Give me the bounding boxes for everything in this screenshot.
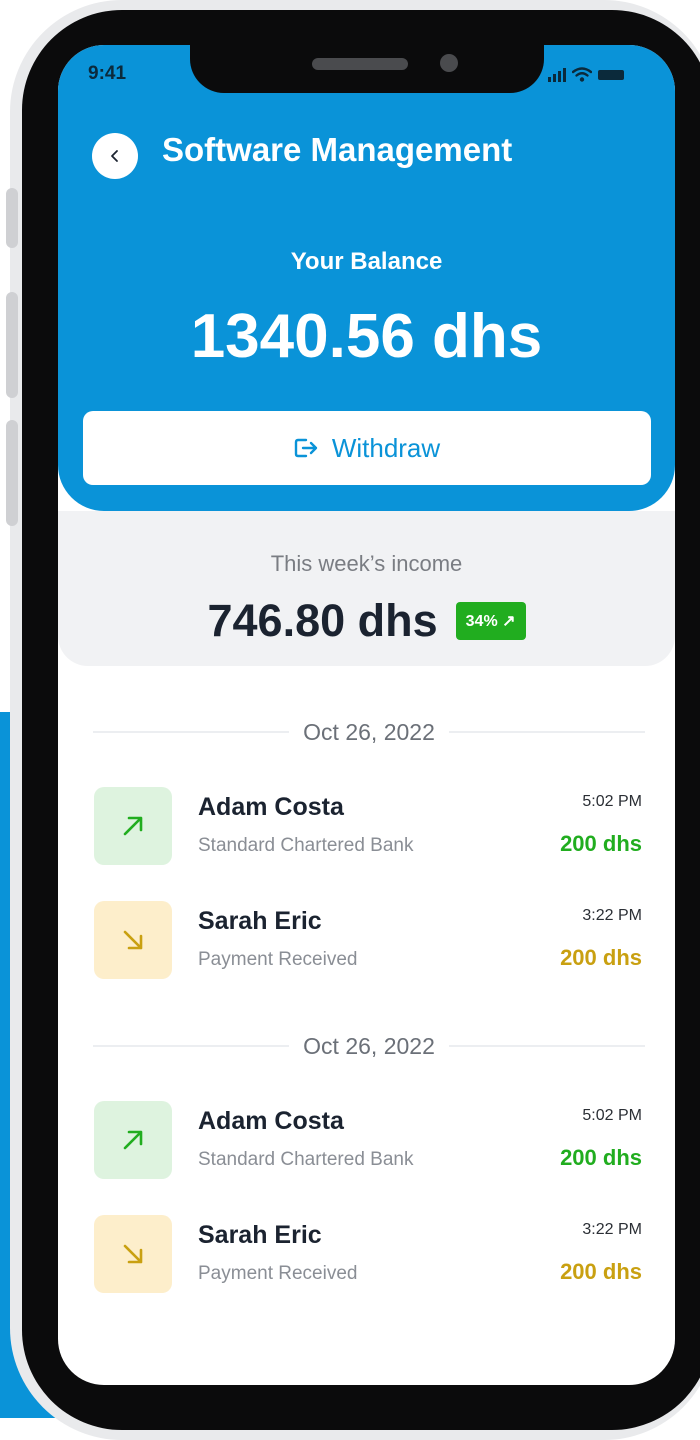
date-separator: Oct 26, 2022 — [93, 715, 646, 749]
transaction-subtitle: Standard Chartered Bank — [198, 835, 414, 856]
balance-label: Your Balance — [290, 248, 443, 275]
transaction-name: Adam Costa — [198, 1107, 344, 1135]
phone-mute-switch — [6, 188, 18, 248]
transaction-subtitle: Standard Chartered Bank — [198, 1149, 414, 1170]
status-icons — [548, 67, 624, 82]
app-screen: 9:41 Software Management Your Balance 13… — [58, 45, 675, 1385]
transaction-amount: 200 dhs — [560, 831, 642, 856]
front-camera — [440, 54, 458, 72]
phone-notch — [190, 45, 544, 93]
battery-icon — [598, 69, 624, 80]
income-value: 746.80 dhs — [207, 595, 438, 646]
up-right-arrow-icon — [94, 1101, 172, 1179]
transaction-amount: 200 dhs — [560, 1259, 642, 1284]
transaction-name: Sarah Eric — [198, 907, 322, 935]
logout-icon — [294, 438, 318, 458]
date-label: Oct 26, 2022 — [303, 718, 435, 745]
transaction-item[interactable]: Adam Costa Standard Chartered Bank 5:02 … — [94, 1101, 642, 1181]
up-right-arrow-icon — [94, 787, 172, 865]
transaction-item[interactable]: Adam Costa Standard Chartered Bank 5:02 … — [94, 787, 642, 867]
transaction-item[interactable]: Sarah Eric Payment Received 3:22 PM 200 … — [94, 1215, 642, 1295]
transaction-time: 5:02 PM — [582, 1107, 642, 1124]
withdraw-label: Withdraw — [331, 432, 441, 463]
transaction-time: 5:02 PM — [582, 793, 642, 810]
transaction-subtitle: Payment Received — [198, 1263, 358, 1284]
page-title: Software Management — [162, 131, 513, 168]
income-change-badge: 34% ↗ — [455, 602, 526, 640]
transaction-name: Sarah Eric — [198, 1221, 322, 1249]
transaction-amount: 200 dhs — [560, 1145, 642, 1170]
back-button[interactable] — [92, 133, 138, 179]
transaction-time: 3:22 PM — [582, 1221, 642, 1238]
transaction-amount: 200 dhs — [560, 945, 642, 970]
income-label: This week’s income — [270, 551, 463, 576]
transaction-time: 3:22 PM — [582, 907, 642, 924]
balance-header: 9:41 Software Management Your Balance 13… — [58, 45, 675, 511]
wifi-icon — [572, 67, 592, 82]
speaker-grille — [312, 58, 408, 70]
down-right-arrow-icon — [94, 901, 172, 979]
transaction-subtitle: Payment Received — [198, 949, 358, 970]
balance-value: 1340.56 dhs — [190, 302, 543, 371]
down-right-arrow-icon — [94, 1215, 172, 1293]
date-label: Oct 26, 2022 — [303, 1032, 435, 1059]
transaction-item[interactable]: Sarah Eric Payment Received 3:22 PM 200 … — [94, 901, 642, 981]
transaction-name: Adam Costa — [198, 793, 344, 821]
phone-volume-down-button — [6, 420, 18, 526]
phone-volume-up-button — [6, 292, 18, 398]
weekly-income-card: This week’s income 746.80 dhs 34% ↗ — [58, 511, 675, 666]
withdraw-button[interactable]: Withdraw — [83, 411, 651, 485]
status-time: 9:41 — [88, 63, 127, 84]
signal-icon — [548, 67, 566, 82]
chevron-left-icon — [111, 150, 118, 162]
income-row: 746.80 dhs 34% ↗ — [58, 595, 675, 647]
date-separator: Oct 26, 2022 — [93, 1029, 646, 1063]
